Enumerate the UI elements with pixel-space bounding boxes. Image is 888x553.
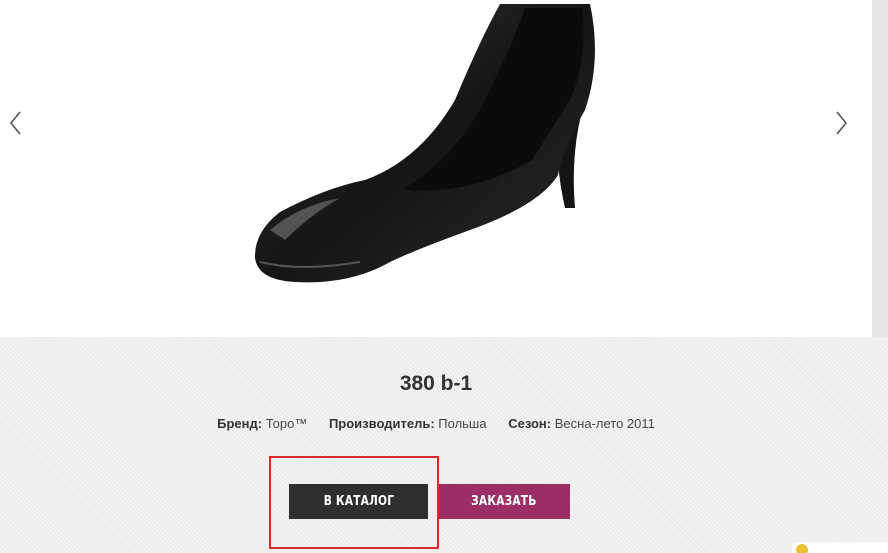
brand-value: Торо™	[265, 416, 308, 431]
page-scroll-edge	[872, 0, 888, 337]
product-title: 380 b-1	[399, 372, 473, 395]
highlight-frame	[269, 456, 439, 549]
maker-info: Производитель: Польша	[329, 416, 490, 431]
brand-label: Бренд:	[217, 416, 263, 431]
maker-value: Польша	[438, 416, 487, 431]
chevron-right-icon[interactable]	[832, 108, 850, 138]
order-button-label: ЗАКАЗАТЬ	[471, 494, 537, 509]
chevron-left-icon[interactable]	[7, 108, 25, 138]
brand-info: Бренд: Торо™	[217, 416, 311, 431]
season-value: Весна-лето 2011	[554, 416, 655, 431]
product-image-slider	[0, 0, 872, 337]
corner-widget-logo[interactable]	[792, 542, 888, 553]
product-image	[254, 4, 595, 283]
season-info: Сезон: Весна-лето 2011	[508, 416, 655, 431]
order-button[interactable]: ЗАКАЗАТЬ	[438, 484, 570, 519]
product-meta: Бренд: Торо™ Производитель: Польша Сезон…	[0, 416, 872, 431]
season-label: Сезон:	[508, 416, 552, 431]
maker-label: Производитель:	[328, 416, 435, 431]
widget-logo-icon	[796, 544, 808, 553]
